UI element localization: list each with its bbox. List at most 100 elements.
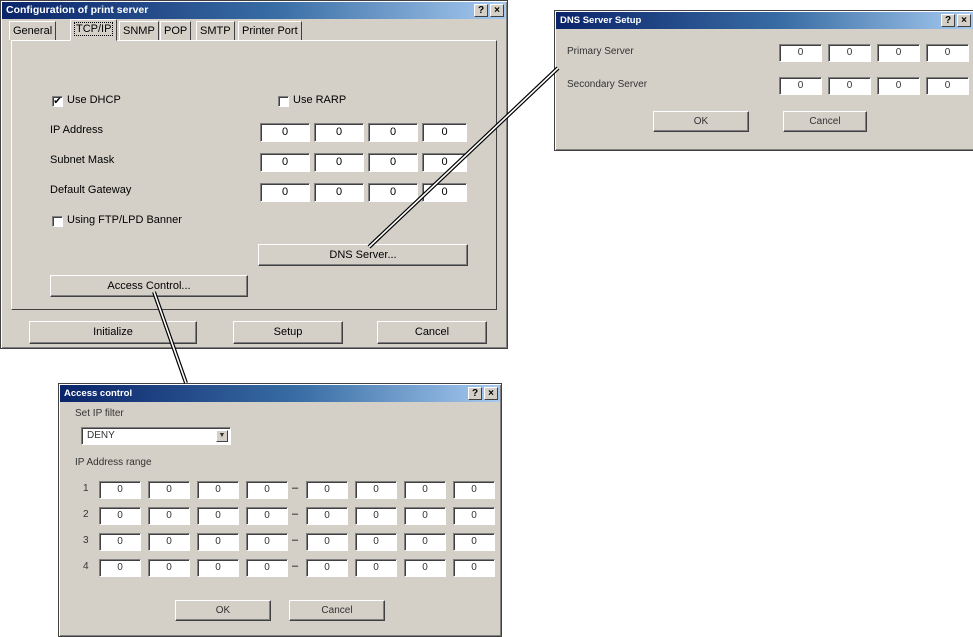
range-from-octet-3[interactable]: 0 [197, 533, 239, 551]
range-to-octet-2[interactable]: 0 [355, 533, 397, 551]
tab-pop[interactable]: POP [160, 21, 192, 40]
access-title-bar[interactable]: Access control ? × [60, 385, 500, 402]
range-to-octet-2[interactable]: 0 [355, 507, 397, 525]
range-dash: – [292, 482, 299, 494]
range-row-number: 4 [83, 561, 89, 572]
gateway-octet-2[interactable]: 0 [314, 183, 364, 202]
range-row-number: 1 [83, 483, 89, 494]
access-title: Access control [64, 388, 133, 399]
ip-filter-label: Set IP filter [75, 408, 124, 419]
range-from-octet-1[interactable]: 0 [99, 533, 141, 551]
range-from-octet-4[interactable]: 0 [246, 559, 288, 577]
tab-printer-port[interactable]: Printer Port [238, 21, 302, 40]
close-icon[interactable]: × [490, 4, 504, 17]
primary-server-label: Primary Server [567, 46, 634, 57]
help-icon[interactable]: ? [468, 387, 482, 400]
dns-dialog: DNS Server Setup ? × Primary Server Seco… [554, 10, 973, 151]
range-to-octet-4[interactable]: 0 [453, 559, 495, 577]
setup-button[interactable]: Setup [233, 321, 343, 344]
tab-snmp[interactable]: SNMP [119, 21, 159, 40]
tcpip-panel: ✔ Use DHCP Use RARP IP Address Subnet Ma… [11, 40, 497, 310]
tab-label: POP [164, 25, 188, 37]
subnet-octet-2[interactable]: 0 [314, 153, 364, 172]
use-dhcp-label: Use DHCP [67, 94, 121, 106]
primary-octet-4[interactable]: 0 [926, 44, 969, 62]
range-from-octet-4[interactable]: 0 [246, 481, 288, 499]
range-to-octet-4[interactable]: 0 [453, 507, 495, 525]
range-to-octet-1[interactable]: 0 [306, 533, 348, 551]
access-ok-button[interactable]: OK [175, 600, 271, 621]
use-rarp-checkbox[interactable] [278, 96, 289, 107]
primary-octet-2[interactable]: 0 [828, 44, 871, 62]
banner-checkbox[interactable] [52, 216, 63, 227]
secondary-octet-3[interactable]: 0 [877, 77, 920, 95]
range-to-octet-1[interactable]: 0 [306, 507, 348, 525]
secondary-octet-1[interactable]: 0 [779, 77, 822, 95]
range-to-octet-4[interactable]: 0 [453, 533, 495, 551]
tab-smtp[interactable]: SMTP [196, 21, 235, 40]
range-from-octet-4[interactable]: 0 [246, 507, 288, 525]
range-to-octet-3[interactable]: 0 [404, 533, 446, 551]
tab-label: TCP/IP [74, 22, 114, 36]
range-to-octet-4[interactable]: 0 [453, 481, 495, 499]
primary-octet-3[interactable]: 0 [877, 44, 920, 62]
range-from-octet-2[interactable]: 0 [148, 507, 190, 525]
dns-title-bar[interactable]: DNS Server Setup ? × [556, 12, 973, 29]
range-from-octet-1[interactable]: 0 [99, 507, 141, 525]
subnet-octet-1[interactable]: 0 [260, 153, 310, 172]
range-from-octet-2[interactable]: 0 [148, 533, 190, 551]
ip-range-label: IP Address range [75, 457, 152, 468]
help-icon[interactable]: ? [941, 14, 955, 27]
range-to-octet-3[interactable]: 0 [404, 559, 446, 577]
close-icon[interactable]: × [484, 387, 498, 400]
primary-octet-1[interactable]: 0 [779, 44, 822, 62]
dns-ok-button[interactable]: OK [653, 111, 749, 132]
range-from-octet-3[interactable]: 0 [197, 559, 239, 577]
gateway-octet-3[interactable]: 0 [368, 183, 418, 202]
help-icon[interactable]: ? [474, 4, 488, 17]
ip-filter-dropdown[interactable]: DENY ▼ [81, 427, 231, 445]
range-from-octet-1[interactable]: 0 [99, 559, 141, 577]
range-to-octet-1[interactable]: 0 [306, 481, 348, 499]
use-rarp-label: Use RARP [293, 94, 347, 106]
ip-filter-value: DENY [87, 430, 115, 441]
ip-octet-2[interactable]: 0 [314, 123, 364, 142]
dns-server-button[interactable]: DNS Server... [258, 244, 468, 266]
range-from-octet-2[interactable]: 0 [148, 559, 190, 577]
main-dialog: Configuration of print server ? × Genera… [0, 0, 508, 349]
range-to-octet-1[interactable]: 0 [306, 559, 348, 577]
ip-octet-3[interactable]: 0 [368, 123, 418, 142]
subnet-mask-label: Subnet Mask [50, 154, 115, 166]
subnet-octet-4[interactable]: 0 [422, 153, 467, 172]
chevron-down-icon[interactable]: ▼ [216, 430, 228, 442]
tab-general[interactable]: General [9, 21, 57, 40]
dns-cancel-button[interactable]: Cancel [783, 111, 867, 132]
range-to-octet-2[interactable]: 0 [355, 559, 397, 577]
access-cancel-button[interactable]: Cancel [289, 600, 385, 621]
secondary-octet-2[interactable]: 0 [828, 77, 871, 95]
range-from-octet-3[interactable]: 0 [197, 507, 239, 525]
range-from-octet-1[interactable]: 0 [99, 481, 141, 499]
main-title-bar[interactable]: Configuration of print server ? × [2, 2, 506, 19]
range-from-octet-2[interactable]: 0 [148, 481, 190, 499]
access-control-button[interactable]: Access Control... [50, 275, 248, 297]
use-dhcp-checkbox[interactable]: ✔ [52, 96, 63, 107]
initialize-button[interactable]: Initialize [29, 321, 197, 344]
subnet-octet-3[interactable]: 0 [368, 153, 418, 172]
range-to-octet-2[interactable]: 0 [355, 481, 397, 499]
secondary-server-label: Secondary Server [567, 79, 648, 90]
close-icon[interactable]: × [957, 14, 971, 27]
tab-tcpip[interactable]: TCP/IP [70, 19, 118, 41]
ip-octet-1[interactable]: 0 [260, 123, 310, 142]
ip-octet-4[interactable]: 0 [422, 123, 467, 142]
range-to-octet-3[interactable]: 0 [404, 481, 446, 499]
range-to-octet-3[interactable]: 0 [404, 507, 446, 525]
secondary-octet-4[interactable]: 0 [926, 77, 969, 95]
gateway-octet-1[interactable]: 0 [260, 183, 310, 202]
cancel-button[interactable]: Cancel [377, 321, 487, 344]
range-from-octet-4[interactable]: 0 [246, 533, 288, 551]
gateway-octet-4[interactable]: 0 [422, 183, 467, 202]
range-from-octet-3[interactable]: 0 [197, 481, 239, 499]
dns-title: DNS Server Setup [560, 15, 642, 26]
tab-label: Printer Port [242, 25, 298, 37]
